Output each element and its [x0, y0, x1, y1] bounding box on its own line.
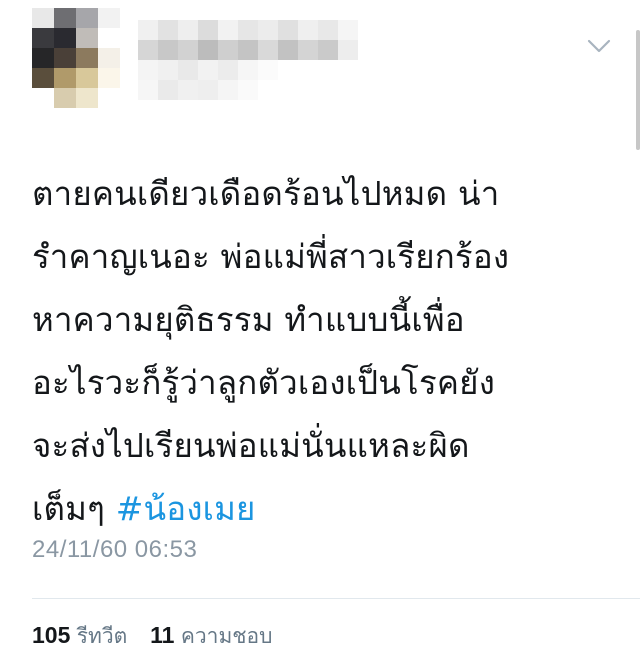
retweets-label[interactable]: รีทวีต [77, 624, 128, 648]
likes-count[interactable]: 11 [150, 622, 174, 648]
tweet-text-line: จะส่งไปเรียนพ่อแม่นั่นแหละผิด [32, 426, 470, 465]
avatar[interactable] [32, 8, 120, 108]
tweet-text-last-line: เต็มๆ #น้องเมย [32, 477, 592, 540]
author-name-blurred[interactable] [138, 20, 438, 100]
tweet-text-tail: เต็มๆ [32, 489, 116, 528]
scrollbar[interactable] [636, 30, 640, 150]
likes-label[interactable]: ความชอบ [181, 624, 273, 648]
chevron-down-icon[interactable] [586, 36, 612, 56]
tweet-stats: 105 รีทวีต 11 ความชอบ [32, 620, 273, 653]
divider [32, 598, 640, 599]
hashtag-link[interactable]: #น้องเมย [116, 489, 256, 528]
tweet-card: ตายคนเดียวเดือดร้อนไปหมด น่า รำคาญเนอะ พ… [0, 0, 640, 669]
tweet-text-line: ตายคนเดียวเดือดร้อนไปหมด น่า [32, 174, 500, 213]
tweet-timestamp[interactable]: 24/11/60 06:53 [32, 536, 197, 564]
tweet-text-line: หาความยุติธรรม ทำแบบนี้เพื่อ [32, 300, 465, 339]
tweet-text-line: รำคาญเนอะ พ่อแม่พี่สาวเรียกร้อง [32, 237, 510, 276]
tweet-text: ตายคนเดียวเดือดร้อนไปหมด น่า รำคาญเนอะ พ… [32, 162, 592, 540]
tweet-text-line: อะไรวะก็รู้ว่าลูกตัวเองเป็นโรคยัง [32, 363, 496, 402]
retweets-count[interactable]: 105 [32, 622, 70, 648]
